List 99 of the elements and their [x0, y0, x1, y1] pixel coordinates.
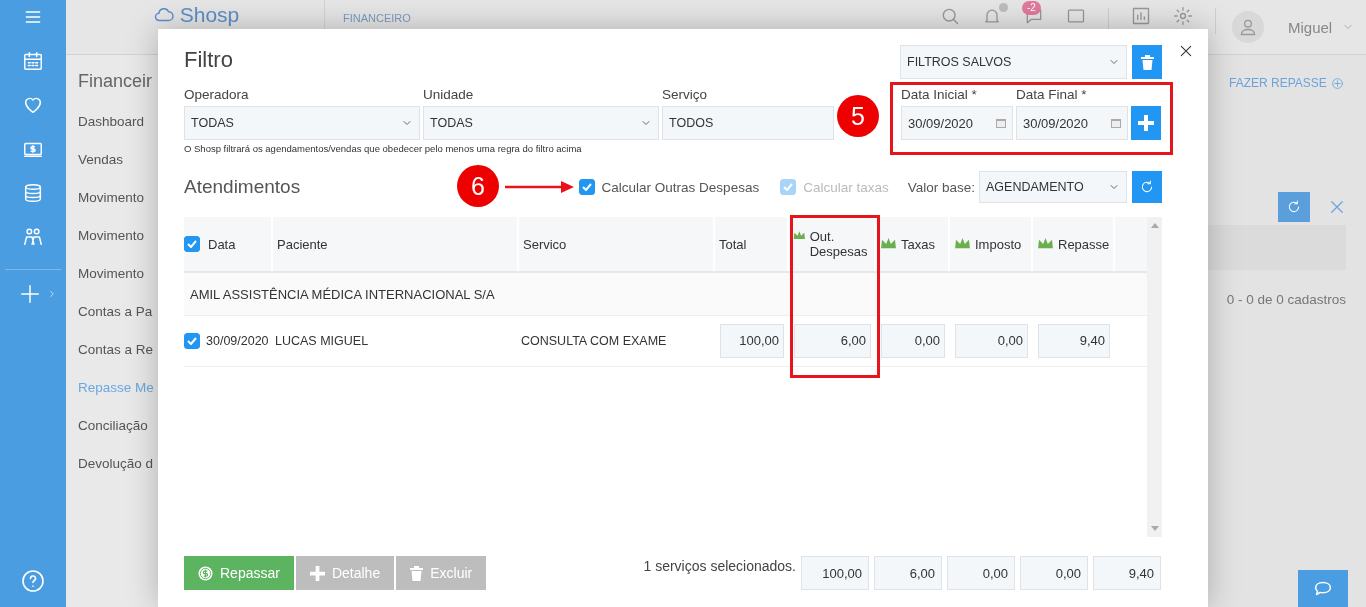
step-badge: 6	[457, 165, 499, 207]
column-header[interactable]: Out. Despesas	[809, 229, 874, 259]
option-label: Calcular taxas	[803, 179, 889, 195]
select-field[interactable]: TODAS	[184, 106, 420, 140]
table-cell: 30/09/2020	[206, 333, 269, 348]
column-header[interactable]: Total	[719, 236, 747, 252]
amount-field[interactable]: 0,00	[955, 323, 1028, 358]
option-label: Calcular Outras Despesas	[601, 179, 760, 195]
total-field: 6,00	[874, 556, 942, 590]
caret-up-icon	[1150, 223, 1159, 228]
refresh-icon	[1139, 179, 1155, 195]
field-label: Data Final *	[1016, 86, 1088, 104]
database-icon	[22, 182, 44, 204]
delete-button[interactable]	[1132, 45, 1162, 79]
close-icon	[1178, 43, 1194, 59]
sidebar-item[interactable]: Devolução d	[78, 445, 154, 483]
column-header[interactable]: Taxas	[901, 236, 935, 252]
table-cell: CONSULTA COM EXAME	[521, 333, 667, 348]
sidebar-title: Financeir	[78, 70, 154, 93]
annotation-arrow	[503, 180, 575, 194]
help-icon	[21, 569, 45, 593]
select-field[interactable]: TODAS	[423, 106, 659, 140]
sidebar-item[interactable]: Movimento	[78, 255, 145, 293]
scrollbar[interactable]	[1147, 217, 1162, 537]
search-icon	[940, 6, 960, 26]
close-icon	[1328, 198, 1346, 216]
hint-text: O Shosp filtrará os agendamentos/vendas que obedecer pelo menos uma regra do filtro acima	[184, 143, 583, 155]
settings-icon	[1173, 6, 1193, 26]
plus-icon	[1138, 115, 1154, 131]
chevron-right-icon	[47, 289, 57, 299]
plus-icon	[19, 283, 41, 305]
refresh-button[interactable]	[1278, 192, 1310, 222]
row-checkbox[interactable]	[184, 332, 200, 349]
saved-filters-select[interactable]: FILTROS SALVOS	[900, 45, 1127, 79]
column-header[interactable]: Paciente	[277, 236, 328, 252]
total-field: 100,00	[801, 556, 869, 590]
add-button[interactable]	[1131, 106, 1161, 140]
select-field[interactable]: AGENDAMENTO	[979, 171, 1127, 203]
check-icon	[581, 183, 592, 191]
refresh-button[interactable]	[1132, 171, 1162, 203]
user-icon	[1238, 17, 1258, 37]
trash-icon	[1140, 54, 1154, 70]
check-icon	[783, 183, 794, 191]
checkbox[interactable]	[578, 179, 595, 195]
column-header[interactable]: Repasse	[1058, 236, 1110, 252]
amount-field[interactable]: 100,00	[720, 323, 784, 358]
sidebar-item[interactable]: Contas a Re	[78, 331, 154, 369]
sidebar-item[interactable]: Movimento	[78, 217, 145, 255]
plus-circle-icon	[1330, 76, 1344, 90]
people-icon	[22, 226, 44, 248]
sidebar-item[interactable]: Dashboard	[78, 103, 145, 141]
table-row[interactable]: 30/09/2020 LUCAS MIGUEL CONSULTA COM EXAME 100,00 6,00 0,00 0,00 9,40	[184, 316, 1147, 367]
trash-icon	[410, 565, 424, 581]
section-title: Atendimentos	[184, 176, 301, 198]
refresh-icon	[1286, 199, 1302, 215]
field-label: Data Inicial *	[901, 86, 978, 104]
close-button[interactable]	[1178, 43, 1194, 59]
step-badge: 5	[837, 95, 879, 137]
total-field: 0,00	[947, 556, 1015, 590]
select-all-checkbox[interactable]	[184, 236, 200, 252]
pagination-text: 0 - 0 de 0 cadastros	[1225, 292, 1346, 307]
amount-field[interactable]: 6,00	[794, 323, 871, 358]
sidebar-item[interactable]: Contas a Pa	[78, 293, 153, 331]
field-label: Operadora	[184, 86, 250, 104]
field-label: Valor base:	[907, 179, 975, 195]
check-icon	[187, 240, 197, 248]
sidebar-item[interactable]: Movimento	[78, 179, 145, 217]
column-header[interactable]: Data	[208, 236, 236, 252]
field-label: Serviço	[662, 86, 708, 104]
plus-icon	[309, 565, 325, 581]
group-label: AMIL ASSISTÊNCIA MÉDICA INTERNACIONAL S/A	[190, 286, 495, 302]
total-field: 9,40	[1093, 556, 1161, 590]
amount-field[interactable]: 0,00	[881, 323, 945, 358]
selection-summary: 1 serviços selecionados.	[643, 557, 796, 576]
section-label: FINANCEIRO	[343, 12, 411, 24]
dollar-icon	[198, 565, 213, 581]
table-cell: LUCAS MIGUEL	[275, 333, 369, 348]
amount-field[interactable]: 9,40	[1038, 323, 1110, 358]
caret-down-icon	[1150, 526, 1159, 531]
chart-icon	[1131, 6, 1151, 26]
calendar-icon	[996, 118, 1006, 128]
date-field[interactable]: 30/09/2020	[1016, 106, 1128, 140]
column-header[interactable]: Imposto	[975, 236, 1022, 252]
sidebar-item[interactable]: Vendas	[78, 141, 124, 179]
avatar[interactable]	[1232, 11, 1264, 43]
field-label: Unidade	[423, 86, 475, 104]
select-field[interactable]: TODOS	[662, 106, 834, 140]
notification-badge: -2	[1022, 1, 1041, 15]
calendar-icon	[1111, 118, 1121, 128]
dialog-title: Filtro	[184, 46, 234, 74]
notification-dot	[999, 3, 1008, 12]
check-icon	[187, 336, 197, 345]
sidebar-item[interactable]: Conciliação	[78, 407, 148, 445]
calendar-icon	[22, 50, 44, 72]
logo-text: Shosp	[179, 4, 240, 26]
column-header[interactable]: Servico	[523, 236, 567, 252]
date-field[interactable]: 30/09/2020	[901, 106, 1013, 140]
chat-button[interactable]	[1298, 570, 1348, 607]
total-field: 0,00	[1020, 556, 1088, 590]
